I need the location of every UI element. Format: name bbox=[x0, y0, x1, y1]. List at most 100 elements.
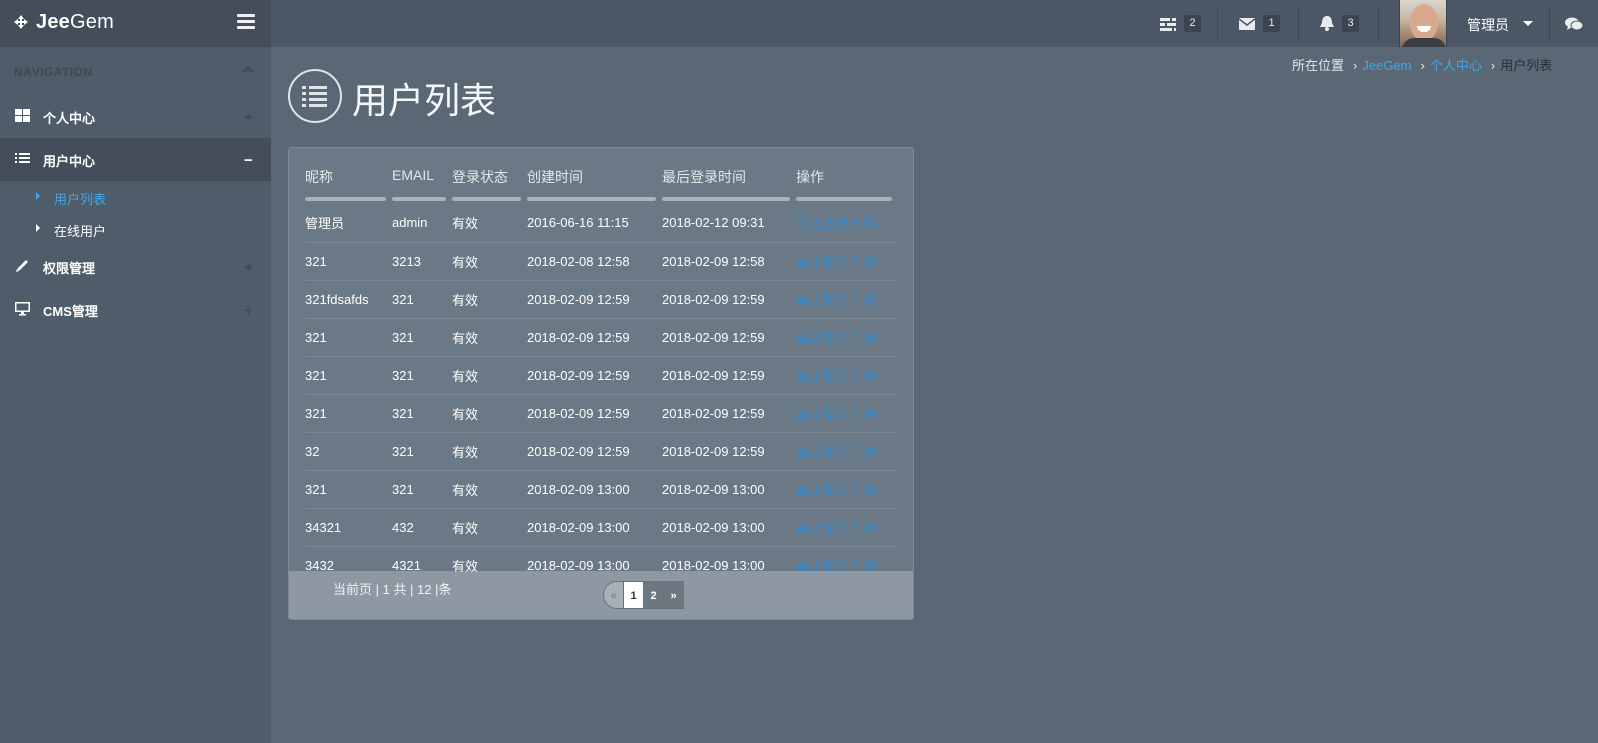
sidebar-item-label: 个人中心 bbox=[43, 111, 96, 126]
table-row: 321 321 有效 2018-02-09 12:59 2018-02-09 12:59… bbox=[305, 318, 898, 357]
pagination-prev-button[interactable]: « bbox=[603, 581, 624, 609]
pencil-icon bbox=[16, 260, 28, 272]
breadcrumb-link-personal-center[interactable]: 个人中心 bbox=[1430, 58, 1482, 73]
cell-status: 有效 bbox=[452, 242, 527, 281]
delete-link[interactable]: 删除 bbox=[852, 445, 878, 460]
table-row: 321 321 有效 2018-02-09 13:00 2018-02-09 13:00… bbox=[305, 470, 898, 509]
cell-last-login: 2018-02-09 12:59 bbox=[662, 280, 796, 319]
username[interactable]: 管理员 bbox=[1467, 15, 1509, 35]
cell-created: 2018-02-09 12:59 bbox=[527, 356, 662, 395]
disable-login-link[interactable]: 禁止登录 bbox=[796, 483, 848, 498]
sidebar-item-permissions[interactable]: 权限管理 + bbox=[0, 245, 271, 288]
cell-nickname: 321 bbox=[305, 394, 392, 433]
breadcrumb-link-home[interactable]: JeeGem bbox=[1362, 58, 1411, 73]
disable-login-link[interactable]: 禁止登录 bbox=[796, 369, 848, 384]
delete-link[interactable]: 删除 bbox=[852, 216, 878, 231]
cell-created: 2018-02-09 12:59 bbox=[527, 318, 662, 357]
caret-right-icon bbox=[36, 192, 40, 200]
expand-icon: + bbox=[244, 259, 253, 276]
top-bar: JeeGem 2 1 3 管理员 bbox=[0, 0, 1598, 47]
tasks-button[interactable]: 2 bbox=[1160, 0, 1201, 47]
cell-actions: 禁止登录 删除 bbox=[796, 508, 898, 547]
sidebar-subitem-online-users[interactable]: 在线用户 bbox=[0, 213, 271, 245]
delete-link[interactable]: 删除 bbox=[852, 407, 878, 422]
cell-created: 2018-02-09 12:59 bbox=[527, 280, 662, 319]
mail-button[interactable]: 1 bbox=[1239, 0, 1280, 47]
sidebar: NAVIGATION 个人中心 + 用户中心 − 用户列表 在线用户 权限管理 … bbox=[0, 47, 271, 743]
sidebar-subitem-user-list[interactable]: 用户列表 bbox=[0, 181, 271, 213]
column-header-created[interactable]: 创建时间 bbox=[527, 162, 662, 204]
disable-login-link[interactable]: 禁止登录 bbox=[796, 445, 848, 460]
column-header-status[interactable]: 登录状态 bbox=[452, 162, 527, 204]
notifications-button[interactable]: 3 bbox=[1320, 0, 1359, 47]
menu-toggle-icon[interactable] bbox=[237, 14, 255, 30]
cell-nickname: 321 bbox=[305, 356, 392, 395]
cell-email: 321 bbox=[392, 318, 452, 357]
cell-created: 2018-02-09 12:59 bbox=[527, 394, 662, 433]
chevron-up-icon[interactable] bbox=[242, 66, 254, 78]
cell-created: 2016-06-16 11:15 bbox=[527, 204, 662, 243]
disable-login-link[interactable]: 禁止登录 bbox=[796, 216, 848, 231]
cell-last-login: 2018-02-09 12:59 bbox=[662, 432, 796, 471]
cell-actions: 禁止登录 删除 bbox=[796, 470, 898, 509]
column-header-email[interactable]: EMAIL bbox=[392, 162, 452, 204]
cell-status: 有效 bbox=[452, 280, 527, 319]
brand[interactable]: JeeGem bbox=[0, 0, 271, 47]
chevron-down-icon[interactable] bbox=[1523, 21, 1533, 26]
pagination-page-1[interactable]: 1 bbox=[623, 581, 644, 609]
delete-link[interactable]: 删除 bbox=[852, 255, 878, 270]
cell-email: 432 bbox=[392, 508, 452, 547]
cell-nickname: 34321 bbox=[305, 508, 392, 547]
delete-link[interactable]: 删除 bbox=[852, 369, 878, 384]
chat-button[interactable] bbox=[1565, 0, 1583, 47]
dashboard-icon bbox=[15, 109, 30, 122]
avatar[interactable] bbox=[1399, 0, 1447, 47]
cell-actions: 禁止登录 删除 bbox=[796, 204, 898, 243]
disable-login-link[interactable]: 禁止登录 bbox=[796, 293, 848, 308]
cell-email: 3213 bbox=[392, 242, 452, 281]
pagination-next-button[interactable]: » bbox=[663, 581, 684, 609]
column-header-nickname[interactable]: 昵称 bbox=[305, 162, 392, 204]
sidebar-item-cms[interactable]: CMS管理 + bbox=[0, 288, 271, 331]
divider bbox=[1298, 8, 1299, 40]
brand-name: JeeGem bbox=[36, 11, 114, 33]
sidebar-item-label: 权限管理 bbox=[43, 261, 96, 276]
expand-icon: + bbox=[244, 302, 253, 319]
table-footer: 当前页 | 1 共 | 12 |条 « 1 2 » bbox=[289, 571, 913, 619]
list-icon bbox=[15, 153, 30, 163]
cell-created: 2018-02-09 13:00 bbox=[527, 508, 662, 547]
mail-badge: 1 bbox=[1263, 15, 1280, 32]
disable-login-link[interactable]: 禁止登录 bbox=[796, 407, 848, 422]
pagination-page-2[interactable]: 2 bbox=[643, 581, 664, 609]
cell-email: 321 bbox=[392, 356, 452, 395]
sidebar-item-user-center[interactable]: 用户中心 − bbox=[0, 138, 271, 181]
breadcrumb-current: 用户列表 bbox=[1500, 58, 1553, 73]
cell-actions: 禁止登录 删除 bbox=[796, 242, 898, 281]
bell-icon bbox=[1320, 16, 1334, 31]
delete-link[interactable]: 删除 bbox=[852, 331, 878, 346]
table-row: 32 321 有效 2018-02-09 12:59 2018-02-09 12:59 禁… bbox=[305, 432, 898, 471]
sidebar-item-personal-center[interactable]: 个人中心 + bbox=[0, 95, 271, 138]
delete-link[interactable]: 删除 bbox=[852, 483, 878, 498]
monitor-icon bbox=[15, 302, 30, 316]
disable-login-link[interactable]: 禁止登录 bbox=[796, 331, 848, 346]
cell-last-login: 2018-02-09 12:58 bbox=[662, 242, 796, 281]
cell-last-login: 2018-02-09 13:00 bbox=[662, 508, 796, 547]
user-table: 昵称 EMAIL 登录状态 创建时间 最后登录时间 操作 管理员 admin 有效 2… bbox=[305, 162, 898, 584]
cell-status: 有效 bbox=[452, 356, 527, 395]
delete-link[interactable]: 删除 bbox=[852, 521, 878, 536]
cell-last-login: 2018-02-09 12:59 bbox=[662, 394, 796, 433]
delete-link[interactable]: 删除 bbox=[852, 293, 878, 308]
cell-status: 有效 bbox=[452, 432, 527, 471]
disable-login-link[interactable]: 禁止登录 bbox=[796, 255, 848, 270]
table-row: 34321 432 有效 2018-02-09 13:00 2018-02-09 13:… bbox=[305, 508, 898, 547]
cell-email: 321 bbox=[392, 470, 452, 509]
disable-login-link[interactable]: 禁止登录 bbox=[796, 521, 848, 536]
table-row: 321 321 有效 2018-02-09 12:59 2018-02-09 12:59… bbox=[305, 394, 898, 433]
cell-nickname: 321 bbox=[305, 470, 392, 509]
expand-icon: + bbox=[244, 109, 253, 126]
sidebar-item-label: 用户中心 bbox=[43, 154, 96, 169]
column-header-last-login[interactable]: 最后登录时间 bbox=[662, 162, 796, 204]
list-icon bbox=[288, 69, 342, 123]
cell-email: 321 bbox=[392, 394, 452, 433]
